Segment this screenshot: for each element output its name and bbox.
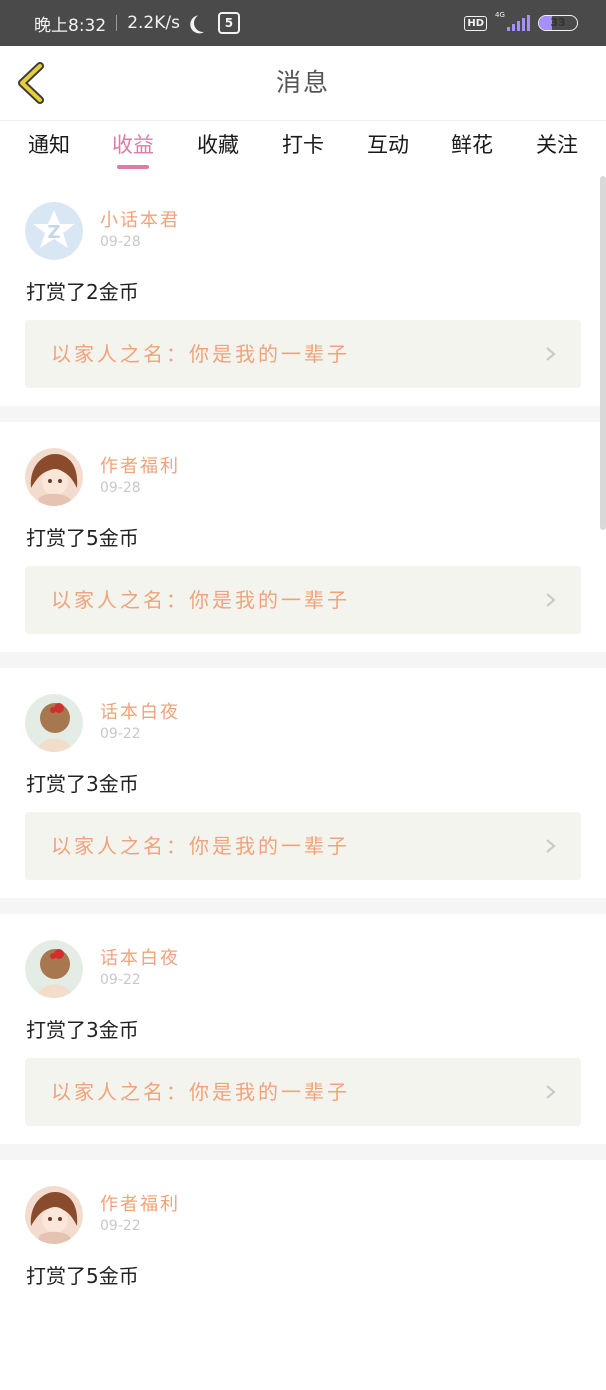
list-item: Z 小话本君 09-28 打赏了2金币 以家人之名：你是我的一辈子	[0, 176, 606, 406]
divider	[0, 406, 606, 422]
app-notification-icon: 5	[217, 12, 240, 34]
user-name[interactable]: 作者福利	[100, 452, 180, 478]
avatar[interactable]	[25, 940, 83, 998]
message-date: 09-28	[100, 234, 141, 250]
status-time: 晚上8:32	[34, 15, 107, 36]
reward-text: 打赏了3金币	[26, 1018, 139, 1042]
book-link[interactable]: 以家人之名：你是我的一辈子	[25, 566, 581, 634]
chevron-right-icon	[546, 839, 556, 853]
list-item: 话本白夜 09-22 打赏了3金币 以家人之名：你是我的一辈子	[0, 914, 606, 1144]
chevron-right-icon	[546, 347, 556, 361]
user-name[interactable]: 话本白夜	[100, 698, 180, 724]
book-link[interactable]: 以家人之名：你是我的一辈子	[25, 320, 581, 388]
moon-icon	[191, 11, 214, 34]
tab-following[interactable]: 关注	[522, 121, 592, 177]
book-title: 以家人之名：你是我的一辈子	[51, 588, 350, 612]
reward-text: 打赏了3金币	[26, 772, 139, 796]
signal-icon: 4G	[495, 11, 530, 31]
hd-icon: HD	[464, 15, 487, 31]
user-name[interactable]: 话本白夜	[100, 944, 180, 970]
tab-checkin[interactable]: 打卡	[268, 121, 338, 177]
avatar[interactable]	[25, 448, 83, 506]
user-name[interactable]: 小话本君	[100, 206, 180, 232]
avatar[interactable]: Z	[25, 202, 83, 260]
list-item: 作者福利 09-22 打赏了5金币	[0, 1160, 606, 1390]
tab-notifications[interactable]: 通知	[14, 121, 84, 177]
reward-text: 打赏了2金币	[26, 280, 139, 304]
page-title: 消息	[275, 68, 330, 97]
message-date: 09-22	[100, 726, 141, 742]
message-date: 09-28	[100, 480, 141, 496]
svg-text:Z: Z	[47, 222, 60, 243]
tab-interactions[interactable]: 互动	[353, 121, 423, 177]
user-name[interactable]: 作者福利	[100, 1190, 180, 1216]
message-date: 09-22	[100, 972, 141, 988]
book-link[interactable]: 以家人之名：你是我的一辈子	[25, 1058, 581, 1126]
tab-flowers[interactable]: 鲜花	[437, 121, 507, 177]
book-link[interactable]: 以家人之名：你是我的一辈子	[25, 812, 581, 880]
status-speed: 2.2K/s	[127, 13, 180, 33]
divider	[0, 898, 606, 914]
tab-favorites[interactable]: 收藏	[183, 121, 253, 177]
divider	[0, 1144, 606, 1160]
scrollbar[interactable]	[600, 176, 606, 530]
book-title: 以家人之名：你是我的一辈子	[51, 342, 350, 366]
chevron-right-icon	[546, 1085, 556, 1099]
list-item: 话本白夜 09-22 打赏了3金币 以家人之名：你是我的一辈子	[0, 668, 606, 898]
message-list: Z 小话本君 09-28 打赏了2金币 以家人之名：你是我的一辈子 作者福利 0…	[0, 176, 606, 1390]
tab-earnings[interactable]: 收益	[98, 121, 168, 177]
status-divider	[116, 15, 118, 31]
message-date: 09-22	[100, 1218, 141, 1234]
avatar[interactable]	[25, 1186, 83, 1244]
reward-text: 打赏了5金币	[26, 526, 139, 550]
book-title: 以家人之名：你是我的一辈子	[51, 1080, 350, 1104]
app-header: 消息	[0, 46, 606, 120]
status-bar: 晚上8:32 2.2K/s 5 HD 4G 33	[0, 0, 606, 46]
battery-icon: 33	[538, 15, 578, 31]
network-type: 4G	[495, 11, 505, 19]
list-item: 作者福利 09-28 打赏了5金币 以家人之名：你是我的一辈子	[0, 422, 606, 652]
chevron-right-icon	[546, 593, 556, 607]
reward-text: 打赏了5金币	[26, 1264, 139, 1288]
divider	[0, 652, 606, 668]
book-title: 以家人之名：你是我的一辈子	[51, 834, 350, 858]
battery-level: 33	[550, 16, 566, 29]
avatar[interactable]	[25, 694, 83, 752]
tab-bar: 通知 收益 收藏 打卡 互动 鲜花 关注	[0, 120, 606, 177]
